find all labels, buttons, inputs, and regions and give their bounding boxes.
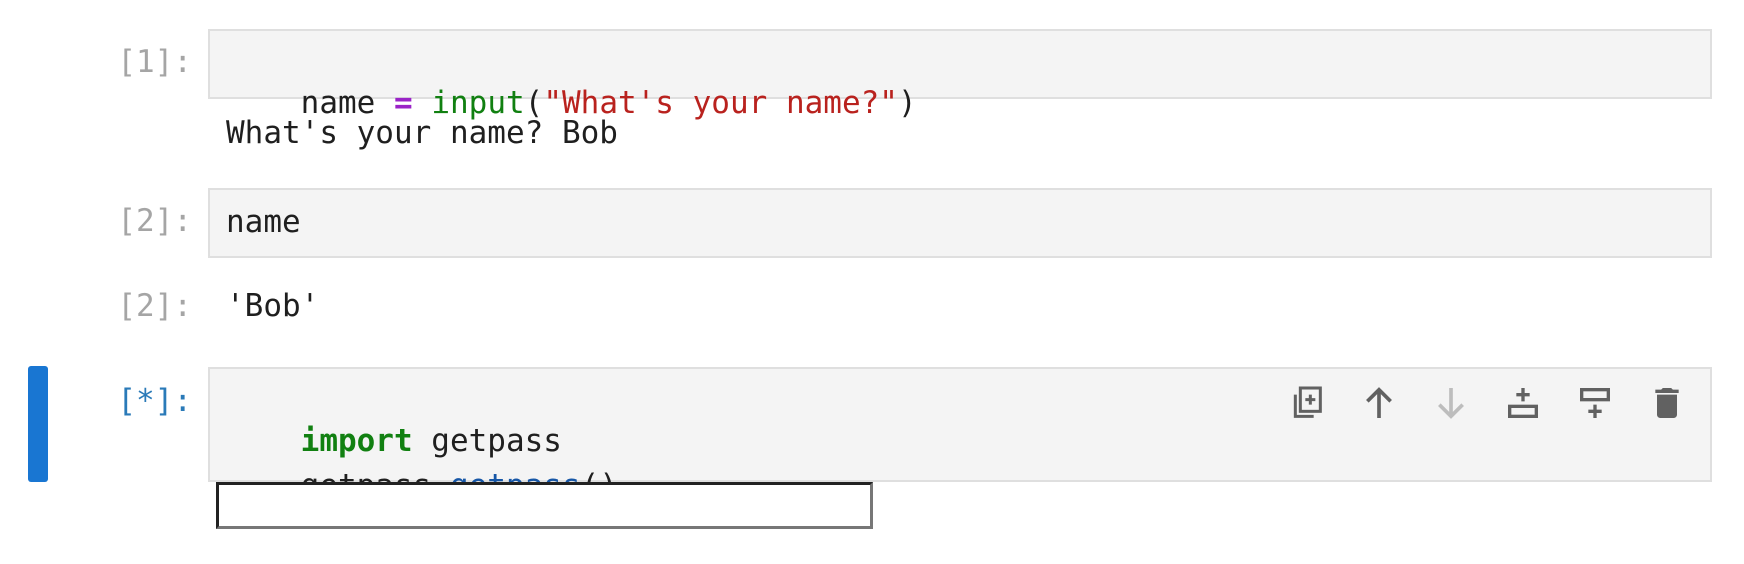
output-prompt-2: [2]: <box>117 288 192 324</box>
code-token: ) <box>897 85 917 121</box>
insert-below-icon <box>1508 388 1538 418</box>
move-up-button[interactable] <box>1354 378 1404 428</box>
code-cell-1[interactable]: name = input("What's your name?") <box>208 29 1712 121</box>
duplicate-icon <box>1293 386 1322 418</box>
insert-below-button[interactable] <box>1498 378 1548 428</box>
delete-icon <box>1655 388 1679 418</box>
input-prompt-1: [1]: <box>117 44 192 80</box>
code-line: name <box>226 204 301 240</box>
insert-above-icon <box>1580 388 1610 418</box>
move-down-button[interactable] <box>1426 378 1476 428</box>
move-up-icon <box>1366 387 1392 418</box>
active-cell-indicator <box>28 366 48 482</box>
code-cell-2[interactable]: name <box>208 188 1712 258</box>
input-prompt-3: [*]: <box>117 383 192 419</box>
move-down-icon <box>1438 388 1464 419</box>
input-prompt-2: [2]: <box>117 203 192 239</box>
execute-result-2: 'Bob' <box>226 288 320 324</box>
cell-toolbar <box>1282 378 1692 428</box>
password-input[interactable] <box>216 482 873 529</box>
stream-output-1: What's your name? Bob <box>226 115 618 151</box>
delete-cell-button[interactable] <box>1642 378 1692 428</box>
insert-above-button[interactable] <box>1570 378 1620 428</box>
duplicate-cell-button[interactable] <box>1282 378 1332 428</box>
